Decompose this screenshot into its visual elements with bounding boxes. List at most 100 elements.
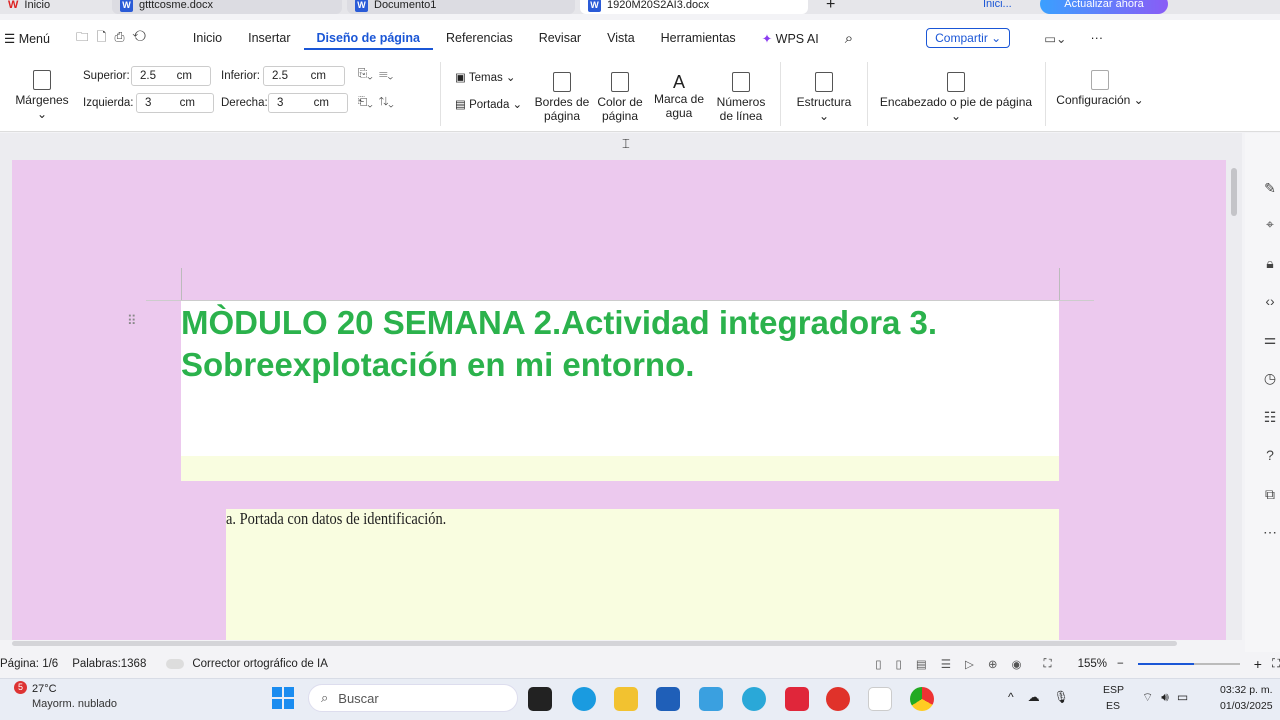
select-icon[interactable]: ⌖ [1262, 216, 1278, 232]
language-primary[interactable]: ESP [1103, 684, 1124, 696]
settings-icon [1091, 70, 1109, 90]
more-icon[interactable]: ⋯ [1262, 524, 1278, 540]
language-secondary[interactable]: ES [1106, 700, 1120, 712]
tab-document-active[interactable]: W 1920M20S2AI3.docx [580, 0, 808, 14]
menu-inicio[interactable]: Inicio [180, 31, 235, 45]
edit-icon[interactable]: ✎ [1262, 180, 1278, 196]
item-a-text[interactable]: a. Portada con datos de identificación. [226, 509, 446, 529]
zoom-in-button[interactable]: + [1254, 656, 1262, 672]
top-margin-input[interactable]: 2.5 cm [131, 66, 211, 86]
divider [867, 62, 868, 126]
margins-button[interactable]: Márgenes ⌄ [10, 70, 74, 121]
fit-icon[interactable]: ⛶ [1044, 658, 1052, 671]
spellcheck-toggle[interactable] [166, 659, 185, 669]
bottom-margin-label: Inferior: [221, 70, 260, 82]
tab-label: Documento1 [374, 0, 437, 11]
word-count[interactable]: Palabras:1368 [72, 658, 166, 670]
filter-icon[interactable]: ⚌ [1262, 331, 1278, 347]
orientation-icon[interactable]: ⎘⌄ ☰⌄ [358, 68, 393, 81]
zoom-slider[interactable] [1137, 663, 1240, 665]
document-title[interactable]: MÒDULO 20 SEMANA 2.Actividad integradora… [181, 302, 1041, 386]
page-borders-button[interactable]: Bordes de página [534, 72, 590, 123]
page-color-button[interactable]: Color de página [594, 72, 646, 123]
video-app-icon[interactable] [785, 687, 809, 711]
cover-button[interactable]: ▤ Portada ⌄ [455, 97, 522, 111]
watermark-button[interactable]: A Marca de agua [652, 72, 706, 120]
label: Configuración [1056, 93, 1131, 107]
sparkle-icon: ✦ [761, 31, 773, 46]
menu-referencias[interactable]: Referencias [433, 31, 526, 45]
mdp-icon[interactable] [699, 687, 723, 711]
copy-icon[interactable]: ⧉ [1262, 486, 1278, 502]
taskbar-search[interactable]: ⌕ Buscar [308, 684, 518, 712]
tab-document[interactable]: Wgtttcosme.docx [112, 0, 342, 14]
menu-insertar[interactable]: Insertar [235, 31, 303, 45]
right-sidebar [1245, 133, 1280, 673]
zoom-out-button[interactable]: − [1117, 658, 1124, 670]
right-margin-input[interactable]: 3 cm [268, 93, 348, 113]
network-volume-battery-icons[interactable]: ⌔🔊︎▭ [1142, 690, 1196, 705]
ruler-marker-icon[interactable]: ⌶ [622, 136, 630, 152]
header-footer-button[interactable]: Encabezado o pie de página ⌄ [876, 72, 1036, 123]
margins-icon [33, 70, 51, 90]
taskview-icon[interactable] [528, 687, 552, 711]
themes-button[interactable]: ▣ Temas ⌄ [455, 70, 516, 84]
page-count[interactable]: Página: 1/6 [0, 658, 72, 670]
help-icon[interactable]: ? [1262, 447, 1278, 463]
upgrade-button[interactable]: Actualizar ahora [1040, 0, 1168, 14]
more-icon[interactable]: ··· [1091, 31, 1104, 45]
chrome-icon[interactable] [910, 687, 934, 711]
tray-icons[interactable]: ^☁🎙︎ [1008, 690, 1083, 704]
label: Bordes de página [534, 95, 590, 123]
clock-date[interactable]: 01/03/2025 [1220, 700, 1273, 712]
fullscreen-icon[interactable]: ⛶ [1272, 658, 1280, 671]
code-icon[interactable]: ‹› [1262, 293, 1278, 309]
size-icon[interactable]: ⎗⌄ ⇅⌄ [358, 96, 394, 109]
new-tab-button[interactable]: + [826, 0, 835, 14]
list-icon[interactable]: ☷ [1262, 409, 1278, 425]
wps-ai-button[interactable]: ✦ WPS AI [749, 31, 832, 46]
tab-document[interactable]: W Documento1 [347, 0, 575, 14]
weather-desc: Mayorm. nublado [32, 698, 117, 710]
menu-herramientas[interactable]: Herramientas [648, 31, 749, 45]
clock-time[interactable]: 03:32 p. m. [1220, 684, 1273, 696]
menu-revisar[interactable]: Revisar [526, 31, 594, 45]
wps-logo-icon: W [8, 0, 19, 11]
zoom-level[interactable]: 155% [1078, 658, 1107, 670]
label: Marca de agua [653, 92, 705, 120]
bottom-margin-input[interactable]: 2.5 cm [263, 66, 345, 86]
wps-taskbar-icon[interactable] [826, 687, 850, 711]
menu-diseno-pagina[interactable]: Diseño de página [303, 31, 433, 50]
account-button[interactable]: Inici... [983, 0, 1012, 10]
menu-button[interactable]: ☰ Menú [0, 31, 64, 46]
edge-icon[interactable] [572, 687, 596, 711]
cover-label: Portada [469, 99, 510, 111]
drag-handle-icon[interactable]: ⠿ [127, 313, 137, 329]
help-app-icon[interactable] [742, 687, 766, 711]
file-explorer-icon[interactable] [614, 687, 638, 711]
vertical-scrollbar[interactable] [1231, 168, 1237, 216]
line-numbers-button[interactable]: Números de línea [712, 72, 770, 123]
divider [440, 62, 441, 126]
margin-guide [181, 268, 182, 301]
left-margin-input[interactable]: 3 cm [136, 93, 214, 113]
search-icon[interactable]: ⌕ [832, 30, 866, 47]
weather-temp: 27°C [32, 683, 57, 695]
menu-vista[interactable]: Vista [594, 31, 648, 45]
horizontal-scrollbar[interactable] [12, 641, 1177, 646]
comment-icon[interactable]: ▭⌄ [1044, 31, 1066, 46]
store-icon[interactable] [656, 687, 680, 711]
lock-icon[interactable]: 🔒︎ [1262, 255, 1278, 271]
page-borders-icon [553, 72, 571, 92]
share-button[interactable]: Compartir ⌄ [926, 28, 1011, 48]
structure-button[interactable]: Estructura ⌄ [790, 72, 858, 123]
tab-home[interactable]: W Inicio [0, 0, 105, 14]
menu-label: Menú [18, 31, 50, 46]
history-icon[interactable]: ◷ [1262, 370, 1278, 386]
windows-start-icon[interactable] [272, 687, 294, 709]
divider [780, 62, 781, 126]
snipping-tool-icon[interactable] [868, 687, 892, 711]
quick-access-icons[interactable]: 🗀🗋⎙⟲ [64, 28, 166, 49]
settings-button[interactable]: Configuración ⌄ [1054, 70, 1146, 107]
view-mode-icons[interactable]: ▯▯▤☰▷⊕◉ [875, 657, 1035, 671]
